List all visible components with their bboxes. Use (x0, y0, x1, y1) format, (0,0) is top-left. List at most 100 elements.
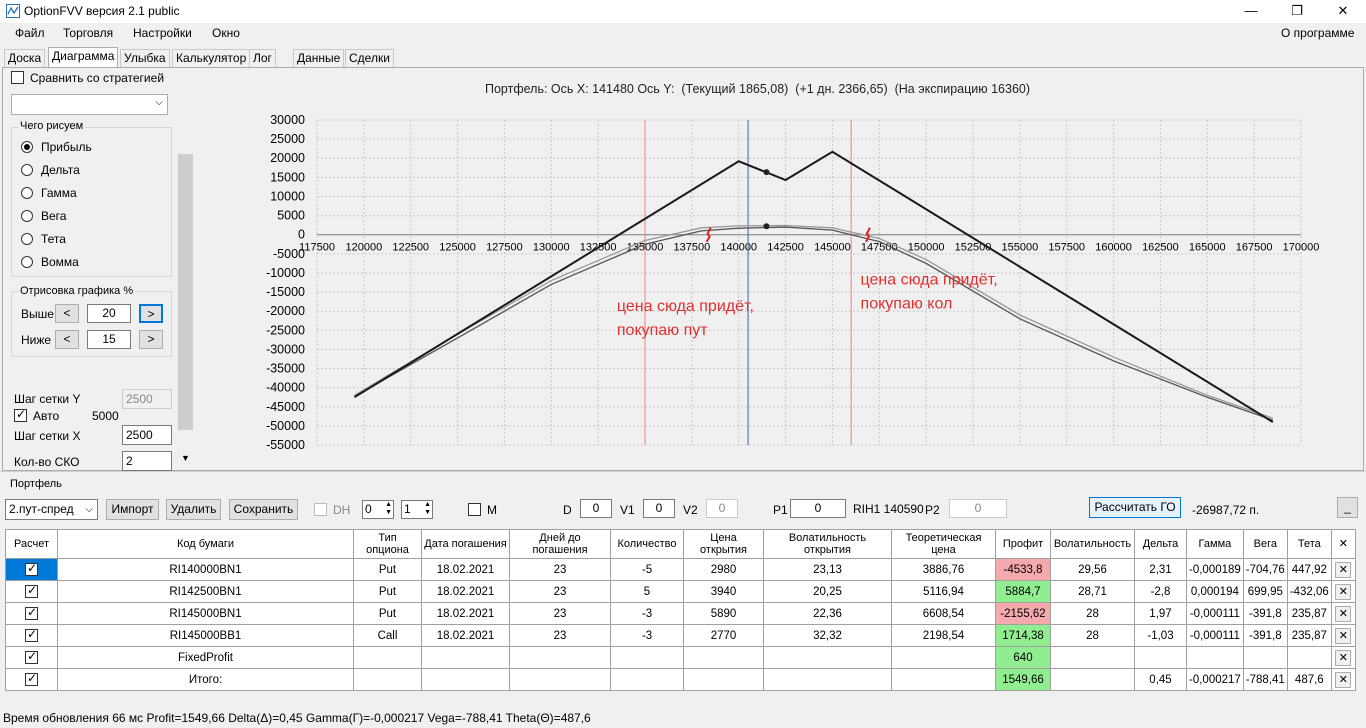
table-cell[interactable]: 1714,38 (995, 624, 1051, 647)
tab-board[interactable]: Доска (4, 49, 46, 67)
calc-checkbox[interactable] (25, 649, 38, 664)
table-cell[interactable] (1134, 646, 1187, 669)
v1-input[interactable]: 0 (643, 499, 675, 518)
grid-x-input[interactable]: 2500 (122, 425, 172, 445)
column-header[interactable]: Тип опциона (353, 529, 422, 559)
menu-trading[interactable]: Торговля (63, 26, 113, 40)
minimize-portfolio-button[interactable]: _ (1337, 497, 1358, 518)
tab-data[interactable]: Данные (293, 49, 345, 67)
table-cell[interactable] (1050, 668, 1135, 691)
table-cell[interactable]: -0,000189 (1186, 558, 1244, 581)
table-cell[interactable]: 0,45 (1134, 668, 1187, 691)
table-cell[interactable]: 28 (1050, 624, 1135, 647)
table-cell[interactable]: 2198,54 (891, 624, 996, 647)
panel-scrollbar[interactable]: ▼ (178, 68, 193, 468)
close-icon[interactable]: ✕ (1335, 605, 1352, 622)
table-cell[interactable]: Итого: (57, 668, 354, 691)
tab-diagram[interactable]: Диаграмма (48, 47, 119, 68)
row-remove-cell[interactable]: ✕ (1330, 624, 1356, 647)
table-cell[interactable]: 28,71 (1050, 580, 1135, 603)
column-header[interactable]: Дата погашения (421, 529, 510, 559)
table-cell[interactable]: 18.02.2021 (421, 602, 510, 625)
d-input[interactable]: 0 (580, 499, 612, 518)
above-decrease-button[interactable]: < (55, 304, 79, 323)
table-cell[interactable]: Call (353, 624, 422, 647)
below-decrease-button[interactable]: < (55, 330, 79, 349)
table-cell[interactable]: -3 (610, 602, 684, 625)
below-value[interactable]: 15 (87, 330, 131, 349)
tab-log[interactable]: Лог (249, 49, 276, 67)
table-cell[interactable]: Put (353, 580, 422, 603)
close-button[interactable]: ✕ (1320, 0, 1366, 23)
table-cell[interactable]: 5884,7 (995, 580, 1051, 603)
p1-input[interactable]: 0 (790, 499, 846, 518)
column-header[interactable]: Цена открытия (683, 529, 764, 559)
table-row[interactable]: RI142500BN1Put18.02.2021235394020,255116… (5, 580, 1356, 603)
table-cell[interactable] (509, 646, 611, 669)
table-cell[interactable]: 23,13 (763, 558, 892, 581)
table-cell[interactable] (509, 668, 611, 691)
dh-checkbox[interactable] (314, 503, 327, 516)
table-cell[interactable]: RI145000BB1 (57, 624, 354, 647)
spin-arrows-icon[interactable]: ▲ ▼ (385, 501, 392, 517)
calc-checkbox[interactable] (25, 671, 38, 686)
table-cell[interactable] (1242, 646, 1288, 669)
tab-deals[interactable]: Сделки (345, 49, 394, 67)
column-header[interactable]: Волатильность открытия (763, 529, 892, 559)
radio-option-5[interactable] (21, 256, 33, 268)
table-cell[interactable]: 2770 (683, 624, 764, 647)
table-cell[interactable] (683, 668, 764, 691)
table-cell[interactable]: RI142500BN1 (57, 580, 354, 603)
table-cell[interactable]: 22,36 (763, 602, 892, 625)
column-header[interactable]: Количество (610, 529, 684, 559)
table-cell[interactable]: 32,32 (763, 624, 892, 647)
table-cell[interactable]: 699,95 (1242, 580, 1288, 603)
table-cell[interactable] (891, 668, 996, 691)
table-cell[interactable]: 29,56 (1050, 558, 1135, 581)
tab-calculator[interactable]: Калькулятор (172, 49, 251, 67)
column-header[interactable]: Вега (1242, 529, 1288, 559)
table-cell[interactable]: -391,8 (1242, 624, 1288, 647)
column-header[interactable]: Код бумаги (57, 529, 354, 559)
calc-checkbox[interactable] (25, 627, 38, 642)
p2-input[interactable]: 0 (949, 499, 1007, 518)
calc-checkbox-cell[interactable] (5, 558, 58, 581)
spin-arrows-icon[interactable]: ▲ ▼ (424, 501, 431, 517)
calc-checkbox-cell[interactable] (5, 580, 58, 603)
menu-file[interactable]: Файл (15, 26, 45, 40)
profit-chart[interactable]: 300002500020000150001000050000-5000-1000… (193, 100, 1363, 470)
calc-checkbox-cell[interactable] (5, 624, 58, 647)
table-cell[interactable]: -432,06 (1286, 580, 1332, 603)
table-row[interactable]: RI145000BB1Call18.02.202123-3277032,3221… (5, 624, 1356, 647)
table-cell[interactable]: 20,25 (763, 580, 892, 603)
below-increase-button[interactable]: > (139, 330, 163, 349)
table-cell[interactable]: 6608,54 (891, 602, 996, 625)
minimize-button[interactable]: — (1228, 0, 1274, 23)
save-button[interactable]: Сохранить (229, 499, 298, 520)
column-header[interactable]: Гамма (1186, 529, 1244, 559)
column-header[interactable]: Профит (995, 529, 1051, 559)
close-icon[interactable]: ✕ (1335, 627, 1352, 644)
table-cell[interactable]: 23 (509, 624, 611, 647)
tab-smile[interactable]: Улыбка (120, 49, 170, 67)
table-cell[interactable]: -3 (610, 624, 684, 647)
table-cell[interactable]: 5 (610, 580, 684, 603)
table-row[interactable]: RI145000BN1Put18.02.202123-3589022,36660… (5, 602, 1356, 625)
calc-checkbox-cell[interactable] (5, 602, 58, 625)
table-cell[interactable]: RI140000BN1 (57, 558, 354, 581)
radio-option-0[interactable] (21, 141, 33, 153)
table-cell[interactable] (610, 646, 684, 669)
table-cell[interactable] (1186, 646, 1244, 669)
table-cell[interactable]: 18.02.2021 (421, 580, 510, 603)
table-cell[interactable]: 23 (509, 558, 611, 581)
close-icon[interactable]: ✕ (1335, 561, 1352, 578)
table-cell[interactable]: -2155,62 (995, 602, 1051, 625)
close-icon[interactable]: ✕ (1335, 671, 1352, 688)
table-cell[interactable] (891, 646, 996, 669)
table-cell[interactable]: 235,87 (1286, 624, 1332, 647)
column-header[interactable]: Тета (1286, 529, 1332, 559)
column-header[interactable]: ✕ (1330, 529, 1356, 559)
import-button[interactable]: Импорт (106, 499, 159, 520)
table-cell[interactable]: 0,000194 (1186, 580, 1244, 603)
table-cell[interactable] (1050, 646, 1135, 669)
